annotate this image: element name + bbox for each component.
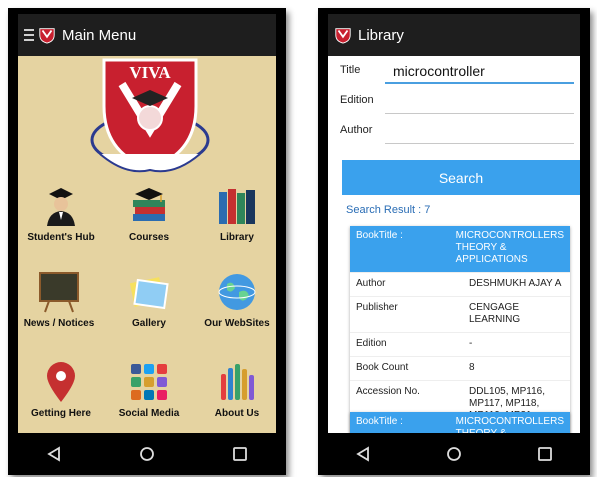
back-icon[interactable] xyxy=(350,441,376,467)
android-nav-bar xyxy=(318,433,590,475)
tile-label: Social Media xyxy=(118,408,180,419)
home-icon[interactable] xyxy=(134,441,160,467)
back-icon[interactable] xyxy=(41,441,67,467)
home-icon[interactable] xyxy=(441,441,467,467)
book-title-value: MICROCONTROLLERS THEORY & APPLICATIONS xyxy=(455,416,564,433)
edition-label: Edition xyxy=(340,94,374,106)
row-key: Publisher xyxy=(356,302,398,313)
tile-library[interactable]: Library xyxy=(194,184,276,243)
search-button[interactable]: Search xyxy=(342,160,580,195)
tile-label: Gallery xyxy=(132,318,166,329)
card-row-publisher: Publisher CENGAGE LEARNING xyxy=(350,296,570,332)
edition-input[interactable] xyxy=(385,90,574,114)
app-logo-icon xyxy=(39,28,55,44)
blackboard-icon xyxy=(39,272,79,313)
library-screen: Library Title Edition Author Search Sear… xyxy=(328,14,580,433)
page-title: Library xyxy=(358,26,404,44)
tile-gallery[interactable]: Gallery xyxy=(106,270,192,329)
tile-news-notices[interactable]: News / Notices xyxy=(18,270,102,329)
logo-text: VIVA xyxy=(129,63,171,82)
tile-label: Getting Here xyxy=(30,408,91,419)
tile-students-hub[interactable]: Student's Hub xyxy=(18,184,104,243)
tile-our-websites[interactable]: Our WebSites xyxy=(194,270,276,329)
books-cap-icon xyxy=(133,188,165,221)
recent-apps-icon[interactable] xyxy=(532,441,558,467)
tile-courses[interactable]: Courses xyxy=(106,184,192,243)
tile-label: News / Notices xyxy=(23,318,95,329)
search-result-count: Search Result : 7 xyxy=(346,204,431,216)
row-value: 8 xyxy=(469,362,475,373)
row-value: DESHMUKH AJAY A xyxy=(469,278,562,289)
card-row-edition: Edition - xyxy=(350,332,570,356)
row-key: Author xyxy=(356,278,386,289)
viva-logo: VIVA xyxy=(86,58,214,174)
tile-label: Courses xyxy=(128,232,169,243)
title-row: Title xyxy=(340,60,574,84)
result-card[interactable]: BookTitle : MICROCONTROLLERS THEORY & AP… xyxy=(350,226,570,433)
book-title-key: BookTitle : xyxy=(356,416,403,427)
title-label: Title xyxy=(340,64,361,76)
phone-library: Library Title Edition Author Search Sear… xyxy=(318,8,590,475)
row-key: Book Count xyxy=(356,362,409,373)
tile-getting-here[interactable]: Getting Here xyxy=(18,360,104,419)
main-menu-screen: Main Menu VIVA Student's Hub Courses Lib… xyxy=(18,14,276,433)
edition-row: Edition xyxy=(340,90,574,114)
tile-label: Library xyxy=(220,232,254,243)
tile-label: Our WebSites xyxy=(204,318,270,329)
tile-label: Student's Hub xyxy=(27,232,95,243)
result-card-next[interactable]: BookTitle : MICROCONTROLLERS THEORY & AP… xyxy=(350,412,570,433)
author-input[interactable] xyxy=(385,120,574,144)
card-header: BookTitle : MICROCONTROLLERS THEORY & AP… xyxy=(350,412,570,433)
graduate-icon xyxy=(47,188,75,226)
social-apps-icon xyxy=(131,364,167,400)
phone-main-menu: Main Menu VIVA Student's Hub Courses Lib… xyxy=(8,8,286,475)
bookshelf-icon xyxy=(219,189,255,224)
main-menu-app-bar: Main Menu xyxy=(18,14,276,56)
recent-apps-icon[interactable] xyxy=(227,441,253,467)
tile-label: About Us xyxy=(214,408,260,419)
book-title-key: BookTitle : xyxy=(356,230,403,241)
hands-icon xyxy=(221,364,254,400)
row-key: Edition xyxy=(356,338,387,349)
tile-social-media[interactable]: Social Media xyxy=(106,360,192,419)
card-row-author: Author DESHMUKH AJAY A xyxy=(350,272,570,296)
card-row-book-count: Book Count 8 xyxy=(350,356,570,380)
library-app-bar: Library xyxy=(328,14,580,56)
hamburger-menu-icon[interactable] xyxy=(24,29,34,41)
android-nav-bar xyxy=(8,433,286,475)
author-row: Author xyxy=(340,120,574,144)
app-logo-icon xyxy=(335,28,351,44)
row-value: CENGAGE LEARNING xyxy=(469,302,521,325)
book-title-value: MICROCONTROLLERS THEORY & APPLICATIONS xyxy=(455,230,564,265)
photos-icon xyxy=(129,277,169,310)
author-label: Author xyxy=(340,124,373,136)
title-input[interactable] xyxy=(385,60,574,84)
tile-about-us[interactable]: About Us xyxy=(194,360,276,419)
globe-icon xyxy=(218,274,256,310)
map-pin-icon xyxy=(47,362,75,402)
card-header: BookTitle : MICROCONTROLLERS THEORY & AP… xyxy=(350,226,570,272)
row-value: - xyxy=(469,338,473,349)
page-title: Main Menu xyxy=(62,26,137,44)
